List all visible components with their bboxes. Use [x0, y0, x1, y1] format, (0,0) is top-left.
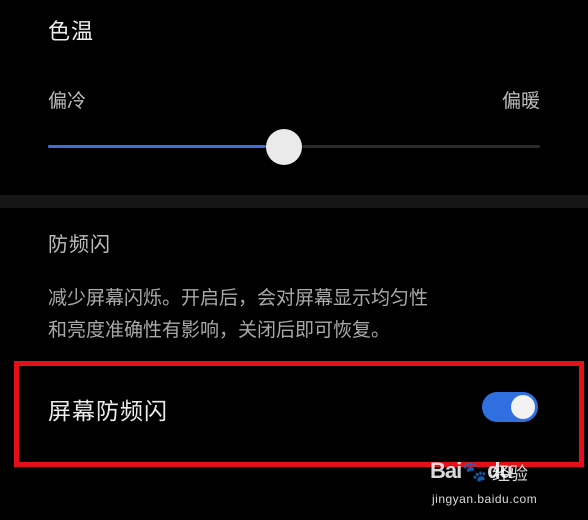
slider-track-fill	[48, 145, 284, 148]
slider-label-warm: 偏暖	[501, 90, 540, 112]
description-line-2: 和亮度准确性有影响，关闭后即可恢复。	[48, 319, 391, 341]
jingyan-logo-text: 经验	[492, 464, 528, 485]
section-divider	[0, 195, 588, 208]
baidu-jingyan-watermark: Bai🐾du 经验 jingyan.baidu.com	[430, 458, 580, 514]
color-temperature-slider[interactable]	[48, 125, 540, 169]
slider-thumb[interactable]	[266, 129, 302, 165]
slider-label-cool: 偏冷	[48, 90, 87, 112]
anti-flicker-description: 减少屏幕闪烁。开启后，会对屏幕显示均匀性 和亮度准确性有影响，关闭后即可恢复。	[48, 282, 548, 346]
toggle-knob	[511, 395, 535, 419]
watermark-url: jingyan.baidu.com	[432, 492, 538, 506]
color-temperature-title: 色温	[48, 20, 95, 45]
anti-flicker-section-title: 防频闪	[48, 232, 111, 256]
description-line-1: 减少屏幕闪烁。开启后，会对屏幕显示均匀性	[48, 287, 429, 309]
screen-anti-flicker-label: 屏幕防频闪	[48, 399, 168, 425]
screen-anti-flicker-toggle[interactable]	[482, 392, 538, 422]
paw-icon: 🐾	[462, 461, 487, 483]
